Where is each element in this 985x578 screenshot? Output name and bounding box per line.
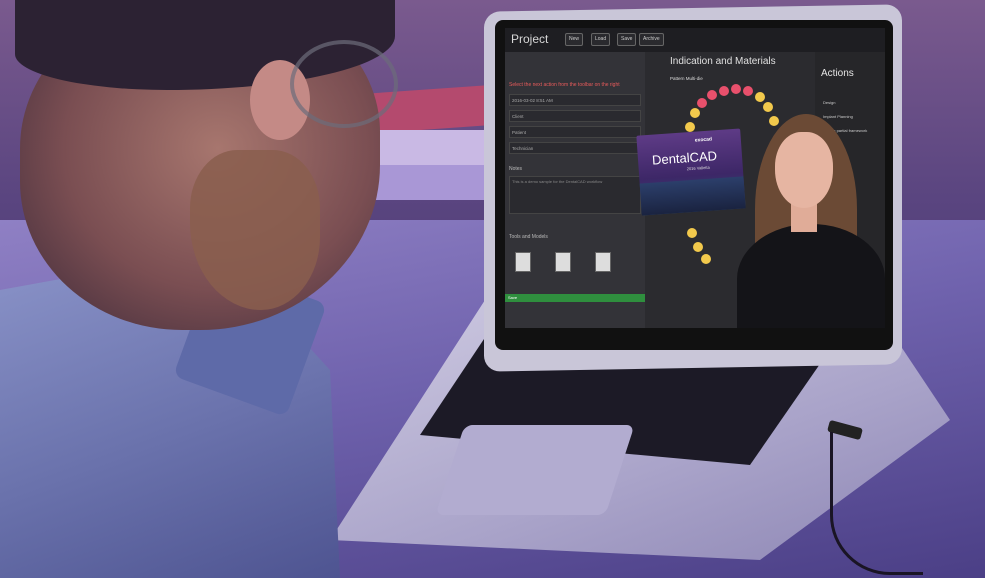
tooth[interactable] bbox=[731, 84, 741, 94]
app-title: Project bbox=[511, 32, 549, 46]
tooth[interactable] bbox=[707, 90, 717, 100]
presenter-video bbox=[737, 114, 885, 328]
power-cable bbox=[830, 432, 923, 575]
notes-heading: Notes bbox=[509, 166, 523, 172]
tooth[interactable] bbox=[763, 102, 773, 112]
actions-title: Actions bbox=[821, 68, 854, 79]
new-button[interactable]: New bbox=[565, 33, 584, 46]
tooth[interactable] bbox=[719, 86, 729, 96]
banner-subtitle: 2016 Valletta bbox=[686, 164, 710, 172]
tooth[interactable] bbox=[743, 86, 753, 96]
tooth[interactable] bbox=[697, 98, 707, 108]
client-field[interactable]: Client bbox=[509, 110, 641, 122]
action-design[interactable]: Design bbox=[823, 100, 835, 105]
save-button[interactable]: Save bbox=[617, 33, 637, 46]
tooth[interactable] bbox=[693, 242, 703, 252]
progress-bar bbox=[505, 294, 645, 302]
laptop-trackpad bbox=[435, 425, 635, 515]
city-image bbox=[639, 176, 746, 216]
viewer-glasses bbox=[290, 40, 398, 128]
progress-label: Save bbox=[508, 295, 518, 300]
tooth[interactable] bbox=[701, 254, 711, 264]
arch-mode-label: Pattern Multi-die bbox=[670, 76, 703, 81]
date-field[interactable]: 2016-03-02 8:51 AM bbox=[509, 94, 641, 106]
dentalcad-banner: exocad DentalCAD 2016 Valletta bbox=[636, 128, 746, 216]
technician-field[interactable]: Technician bbox=[509, 142, 641, 154]
load-button[interactable]: Load bbox=[591, 33, 611, 46]
tools-heading: Tools and Models bbox=[509, 234, 548, 240]
model-thumbnail[interactable] bbox=[515, 252, 531, 272]
model-thumbnail[interactable] bbox=[555, 252, 571, 272]
tooth[interactable] bbox=[755, 92, 765, 102]
model-thumbnail[interactable] bbox=[595, 252, 611, 272]
app-titlebar: Project New Load Save Archive bbox=[505, 28, 885, 52]
patient-field[interactable]: Patient bbox=[509, 126, 641, 138]
photo-scene: Project New Load Save Archive Select the… bbox=[0, 0, 985, 578]
warning-text: Select the next action from the toolbar … bbox=[509, 82, 620, 88]
tooth[interactable] bbox=[685, 122, 695, 132]
presenter-body bbox=[737, 224, 885, 328]
project-panel: Select the next action from the toolbar … bbox=[505, 52, 645, 328]
laptop-screen: Project New Load Save Archive Select the… bbox=[505, 28, 885, 328]
presenter-face bbox=[775, 132, 833, 208]
indication-title: Indication and Materials bbox=[670, 56, 776, 67]
notes-textarea[interactable]: This is a demo sample for the DentalCAD … bbox=[509, 176, 641, 214]
archive-button[interactable]: Archive bbox=[639, 33, 664, 46]
brand-logo-text: exocad bbox=[694, 136, 713, 144]
tooth[interactable] bbox=[687, 228, 697, 238]
tooth[interactable] bbox=[690, 108, 700, 118]
